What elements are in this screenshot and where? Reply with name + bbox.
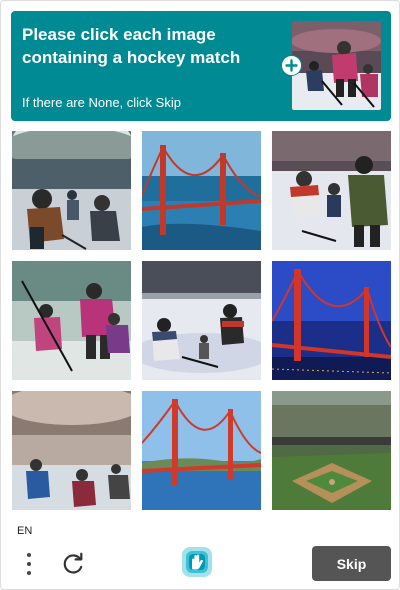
image-tile-3[interactable] bbox=[272, 131, 391, 250]
challenge-subtext: If there are None, click Skip bbox=[22, 95, 181, 110]
hockey-arena-blurred-image bbox=[12, 391, 131, 510]
hockey-pink-jerseys-image bbox=[12, 261, 131, 380]
image-tile-9[interactable] bbox=[272, 391, 391, 510]
challenge-header: Please click each image containing a hoc… bbox=[11, 11, 391, 121]
refresh-icon[interactable] bbox=[59, 550, 87, 578]
golden-gate-bridge-image bbox=[142, 131, 261, 250]
image-tile-5[interactable] bbox=[142, 261, 261, 380]
hockey-rink-image bbox=[142, 261, 261, 380]
more-vertical-icon[interactable] bbox=[19, 550, 39, 578]
plus-circle-icon[interactable] bbox=[281, 55, 302, 76]
baseball-stadium-image bbox=[272, 391, 391, 510]
image-tile-1[interactable] bbox=[12, 131, 131, 250]
sample-image[interactable] bbox=[292, 21, 381, 110]
golden-gate-night-image bbox=[272, 261, 391, 380]
image-tile-7[interactable] bbox=[12, 391, 131, 510]
language-selector[interactable]: EN bbox=[17, 525, 32, 537]
image-tile-2[interactable] bbox=[142, 131, 261, 250]
skip-button[interactable]: Skip bbox=[312, 546, 391, 581]
hockey-arena-image bbox=[12, 131, 131, 250]
captcha-challenge: Please click each image containing a hoc… bbox=[0, 0, 400, 590]
golden-gate-bay-image bbox=[142, 391, 261, 510]
hockey-players-image bbox=[272, 131, 391, 250]
hcaptcha-logo-icon[interactable] bbox=[182, 547, 212, 577]
image-tile-4[interactable] bbox=[12, 261, 131, 380]
challenge-prompt: Please click each image containing a hoc… bbox=[22, 25, 241, 67]
image-tile-8[interactable] bbox=[142, 391, 261, 510]
image-tile-6[interactable] bbox=[272, 261, 391, 380]
